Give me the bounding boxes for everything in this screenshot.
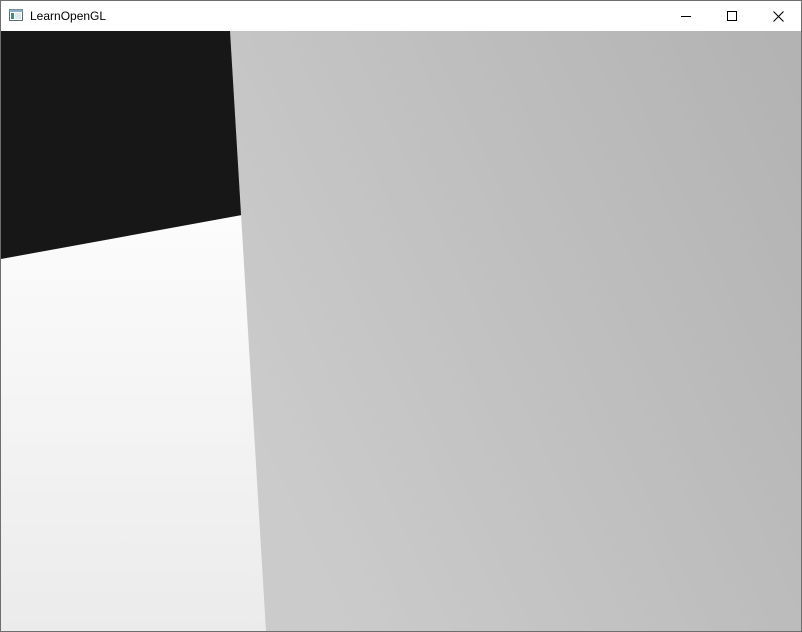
title-bar[interactable]: LearnOpenGL bbox=[1, 1, 801, 31]
window-title: LearnOpenGL bbox=[30, 9, 107, 23]
minimize-icon bbox=[681, 16, 691, 17]
maximize-icon bbox=[727, 11, 737, 21]
floor-plane bbox=[1, 215, 267, 631]
wall-plane bbox=[230, 31, 801, 631]
maximize-button[interactable] bbox=[709, 1, 755, 31]
rendered-scene bbox=[1, 31, 801, 631]
close-icon bbox=[772, 10, 784, 22]
close-button[interactable] bbox=[755, 1, 801, 31]
app-window-icon bbox=[9, 9, 23, 21]
minimize-button[interactable] bbox=[663, 1, 709, 31]
app-window: LearnOpenGL bbox=[0, 0, 802, 632]
opengl-render-viewport[interactable] bbox=[1, 31, 801, 631]
